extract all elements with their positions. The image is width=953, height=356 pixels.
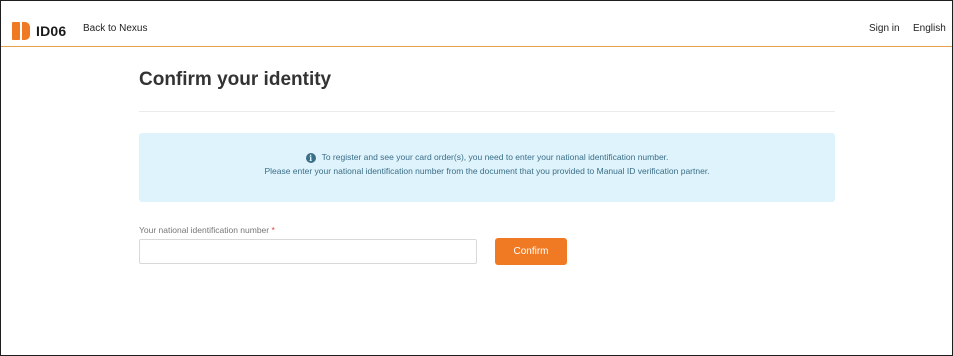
page-frame: ID06 Back to Nexus Sign in English Confi… [0, 0, 953, 356]
sign-in-link[interactable]: Sign in [869, 23, 900, 35]
language-selector[interactable]: English [913, 23, 946, 35]
id06-logo-icon [12, 22, 30, 40]
info-message-text1: To register and see your card order(s), … [321, 152, 669, 162]
info-icon: i [305, 153, 316, 163]
national-id-label: Your national identification number * [139, 225, 275, 236]
top-navbar: ID06 Back to Nexus Sign in English [1, 1, 952, 47]
title-divider [139, 111, 835, 112]
logo-text: ID06 [36, 23, 67, 39]
required-asterisk: * [271, 225, 275, 235]
confirm-button[interactable]: Confirm [495, 238, 567, 265]
page-title: Confirm your identity [139, 69, 332, 90]
info-message-line1: i To register and see your card order(s),… [139, 152, 835, 163]
info-message-line2: Please enter your national identificatio… [264, 166, 710, 176]
id06-logo[interactable]: ID06 [12, 22, 66, 40]
national-id-label-text: Your national identification number [139, 225, 270, 235]
info-message-box: i To register and see your card order(s),… [139, 133, 835, 202]
back-to-nexus-link[interactable]: Back to Nexus [83, 23, 147, 35]
national-id-input[interactable] [139, 239, 477, 264]
